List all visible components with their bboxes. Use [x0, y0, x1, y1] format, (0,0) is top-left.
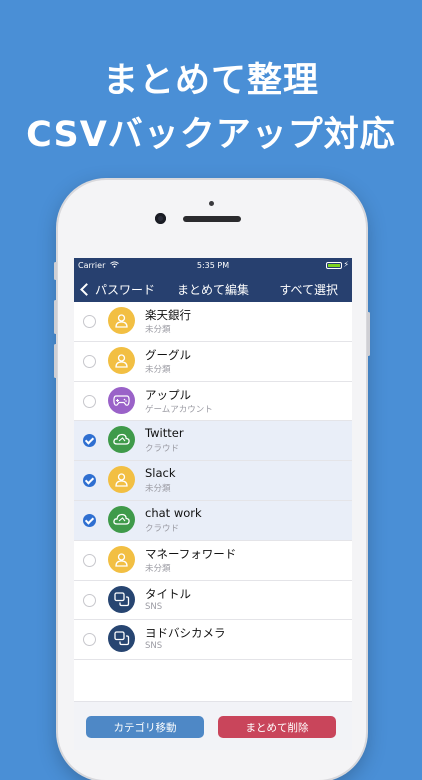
list-item[interactable]: グーグル 未分類 [74, 341, 352, 382]
checkbox-unchecked[interactable] [83, 315, 96, 328]
item-category: 未分類 [145, 484, 171, 495]
select-all-button[interactable]: すべて選択 [279, 281, 338, 298]
bottom-toolbar: カテゴリ移動 まとめて削除 [74, 701, 352, 750]
category-move-button[interactable]: カテゴリ移動 [86, 716, 204, 738]
list-item[interactable]: アップルゲームアカウント [74, 381, 352, 422]
password-list: 楽天銀行 未分類 グーグル 未分類 アップル ゲームアカウント Twitter クラウド Sla… [74, 302, 352, 661]
item-name: chat work [145, 505, 202, 520]
list-item[interactable]: Slack 未分類 [74, 461, 352, 501]
list-item[interactable]: Twitter クラウド [74, 421, 352, 462]
item-category: 未分類 [145, 563, 171, 574]
volume-down-button [54, 344, 57, 378]
volume-up-button [54, 300, 57, 334]
chat-bubbles-icon [108, 585, 135, 613]
bulk-delete-button[interactable]: まとめて削除 [218, 716, 336, 738]
person-icon [108, 545, 135, 573]
cloud-icon [108, 505, 135, 533]
app-screen: Carrier 5:35 PM ⚡ パスワード まとめて編集 すべて選択 楽天銀… [74, 258, 352, 750]
sensor-dot [209, 201, 214, 206]
checkbox-checked[interactable] [83, 474, 96, 488]
chat-bubbles-icon [108, 625, 135, 653]
item-category: SNS [145, 641, 163, 652]
item-name: タイトル [145, 586, 191, 601]
list-item[interactable]: ヨドバシカメラ SNS [74, 620, 352, 661]
front-camera [155, 213, 166, 224]
checkbox-checked[interactable] [83, 513, 96, 527]
item-name: Slack [145, 466, 176, 481]
headline-line2: CSVバックアップ対応 [26, 115, 396, 155]
item-name: Twitter [145, 426, 184, 441]
list-item[interactable]: chat work クラウド [74, 500, 352, 541]
battery-icon [326, 262, 342, 269]
list-item[interactable]: 楽天銀行 未分類 [74, 302, 352, 342]
clock: 5:35 PM [196, 261, 230, 270]
item-name: ヨドバシカメラ [145, 626, 226, 641]
person-icon [108, 466, 135, 494]
person-icon [108, 346, 135, 374]
gamepad-icon [108, 386, 135, 414]
status-bar: Carrier 5:35 PM ⚡ [74, 258, 352, 274]
checkbox-unchecked[interactable] [83, 394, 96, 408]
item-name: 楽天銀行 [145, 308, 191, 322]
person-icon [108, 307, 135, 334]
mute-switch [54, 262, 57, 280]
checkbox-unchecked[interactable] [83, 553, 96, 567]
item-category: 未分類 [145, 364, 171, 375]
item-category: 未分類 [145, 325, 171, 335]
cloud-icon [108, 426, 135, 454]
item-name: グーグル [145, 347, 191, 362]
checkbox-unchecked[interactable] [83, 593, 96, 607]
list-item[interactable]: タイトル SNS [74, 580, 352, 621]
checkbox-checked[interactable] [83, 434, 96, 448]
navigation-bar: パスワード まとめて編集 すべて選択 [74, 274, 352, 304]
item-category: SNS [145, 601, 163, 612]
item-name: マネーフォワード [145, 546, 237, 561]
earpiece-speaker [183, 216, 241, 222]
charging-bolt-icon: ⚡ [343, 260, 349, 269]
power-button [367, 312, 370, 356]
item-category: クラウド [145, 444, 180, 455]
checkbox-unchecked[interactable] [83, 633, 96, 647]
checkbox-unchecked[interactable] [83, 354, 96, 368]
headline-line1: まとめて整理 [102, 61, 319, 101]
item-name: アップル [145, 387, 191, 402]
item-category: クラウド [145, 523, 180, 534]
item-category: ゲームアカウント [145, 404, 213, 415]
list-item[interactable]: マネーフォワード未分類 [74, 540, 352, 581]
